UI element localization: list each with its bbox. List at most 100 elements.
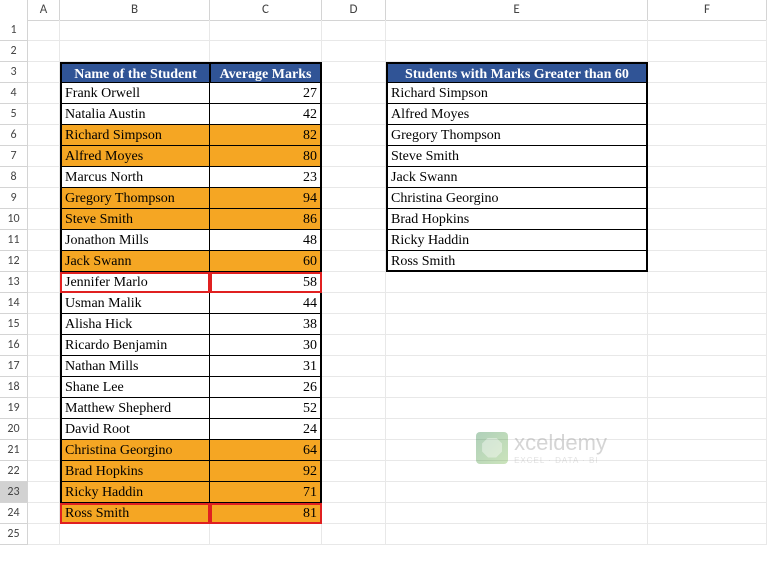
cell-F3[interactable] [648, 62, 767, 83]
col-header-C[interactable]: C [210, 0, 322, 21]
cell-A12[interactable] [28, 251, 60, 272]
cell-E24[interactable] [386, 503, 648, 524]
cell-A8[interactable] [28, 167, 60, 188]
table1-name-13[interactable]: Nathan Mills [60, 356, 210, 377]
cell-A1[interactable] [28, 20, 60, 41]
cell-A15[interactable] [28, 314, 60, 335]
cell-F23[interactable] [648, 482, 767, 503]
table2-row-1[interactable]: Alfred Moyes [386, 104, 648, 125]
table2-row-4[interactable]: Jack Swann [386, 167, 648, 188]
cell-A11[interactable] [28, 230, 60, 251]
table1-name-14[interactable]: Shane Lee [60, 377, 210, 398]
cell-E14[interactable] [386, 293, 648, 314]
table1-name-9[interactable]: Jennifer Marlo [60, 272, 210, 293]
table1-marks-6[interactable]: 86 [210, 209, 322, 230]
table1-marks-9[interactable]: 58 [210, 272, 322, 293]
cell-E20[interactable] [386, 419, 648, 440]
cell-A22[interactable] [28, 461, 60, 482]
cell-C25[interactable] [210, 524, 322, 545]
row-header-24[interactable]: 24 [0, 503, 28, 524]
cell-F1[interactable] [648, 20, 767, 41]
cell-C1[interactable] [210, 20, 322, 41]
cell-D16[interactable] [322, 335, 386, 356]
cell-A6[interactable] [28, 125, 60, 146]
cell-E25[interactable] [386, 524, 648, 545]
cell-D14[interactable] [322, 293, 386, 314]
col-header-E[interactable]: E [386, 0, 648, 21]
cell-D1[interactable] [322, 20, 386, 41]
table1-marks-19[interactable]: 71 [210, 482, 322, 503]
cell-A25[interactable] [28, 524, 60, 545]
table1-marks-18[interactable]: 92 [210, 461, 322, 482]
cell-A21[interactable] [28, 440, 60, 461]
cell-D9[interactable] [322, 188, 386, 209]
table1-marks-13[interactable]: 31 [210, 356, 322, 377]
table1-name-12[interactable]: Ricardo Benjamin [60, 335, 210, 356]
cell-A17[interactable] [28, 356, 60, 377]
cell-F7[interactable] [648, 146, 767, 167]
table1-name-8[interactable]: Jack Swann [60, 251, 210, 272]
cell-E18[interactable] [386, 377, 648, 398]
table2-row-0[interactable]: Richard Simpson [386, 83, 648, 104]
cell-F5[interactable] [648, 104, 767, 125]
table1-name-11[interactable]: Alisha Hick [60, 314, 210, 335]
cell-D17[interactable] [322, 356, 386, 377]
row-header-9[interactable]: 9 [0, 188, 28, 209]
cell-E1[interactable] [386, 20, 648, 41]
select-all-corner[interactable] [0, 0, 28, 21]
cell-E16[interactable] [386, 335, 648, 356]
table1-name-4[interactable]: Marcus North [60, 167, 210, 188]
cell-D10[interactable] [322, 209, 386, 230]
cell-A10[interactable] [28, 209, 60, 230]
table1-name-0[interactable]: Frank Orwell [60, 83, 210, 104]
cell-D8[interactable] [322, 167, 386, 188]
row-header-2[interactable]: 2 [0, 41, 28, 62]
row-header-16[interactable]: 16 [0, 335, 28, 356]
cell-F25[interactable] [648, 524, 767, 545]
cell-D15[interactable] [322, 314, 386, 335]
table1-name-19[interactable]: Ricky Haddin [60, 482, 210, 503]
cell-F19[interactable] [648, 398, 767, 419]
cell-E17[interactable] [386, 356, 648, 377]
table2-row-3[interactable]: Steve Smith [386, 146, 648, 167]
cell-D6[interactable] [322, 125, 386, 146]
row-header-25[interactable]: 25 [0, 524, 28, 545]
cell-F16[interactable] [648, 335, 767, 356]
row-header-7[interactable]: 7 [0, 146, 28, 167]
cell-A16[interactable] [28, 335, 60, 356]
row-header-17[interactable]: 17 [0, 356, 28, 377]
table2-row-2[interactable]: Gregory Thompson [386, 125, 648, 146]
cell-B1[interactable] [60, 20, 210, 41]
cell-F2[interactable] [648, 41, 767, 62]
table1-marks-14[interactable]: 26 [210, 377, 322, 398]
row-header-15[interactable]: 15 [0, 314, 28, 335]
row-header-18[interactable]: 18 [0, 377, 28, 398]
row-header-10[interactable]: 10 [0, 209, 28, 230]
cell-D13[interactable] [322, 272, 386, 293]
table1-marks-10[interactable]: 44 [210, 293, 322, 314]
row-header-21[interactable]: 21 [0, 440, 28, 461]
table1-marks-4[interactable]: 23 [210, 167, 322, 188]
table1-marks-5[interactable]: 94 [210, 188, 322, 209]
cell-F18[interactable] [648, 377, 767, 398]
row-header-22[interactable]: 22 [0, 461, 28, 482]
cell-F17[interactable] [648, 356, 767, 377]
table1-marks-8[interactable]: 60 [210, 251, 322, 272]
table1-name-15[interactable]: Matthew Shepherd [60, 398, 210, 419]
col-header-F[interactable]: F [648, 0, 767, 21]
cell-D21[interactable] [322, 440, 386, 461]
table1-marks-7[interactable]: 48 [210, 230, 322, 251]
cell-E21[interactable] [386, 440, 648, 461]
cell-F20[interactable] [648, 419, 767, 440]
cell-B25[interactable] [60, 524, 210, 545]
cell-D4[interactable] [322, 83, 386, 104]
row-header-14[interactable]: 14 [0, 293, 28, 314]
cell-D3[interactable] [322, 62, 386, 83]
cell-A7[interactable] [28, 146, 60, 167]
row-header-8[interactable]: 8 [0, 167, 28, 188]
row-header-3[interactable]: 3 [0, 62, 28, 83]
cell-A24[interactable] [28, 503, 60, 524]
cell-F8[interactable] [648, 167, 767, 188]
table1-name-7[interactable]: Jonathon Mills [60, 230, 210, 251]
cell-D7[interactable] [322, 146, 386, 167]
